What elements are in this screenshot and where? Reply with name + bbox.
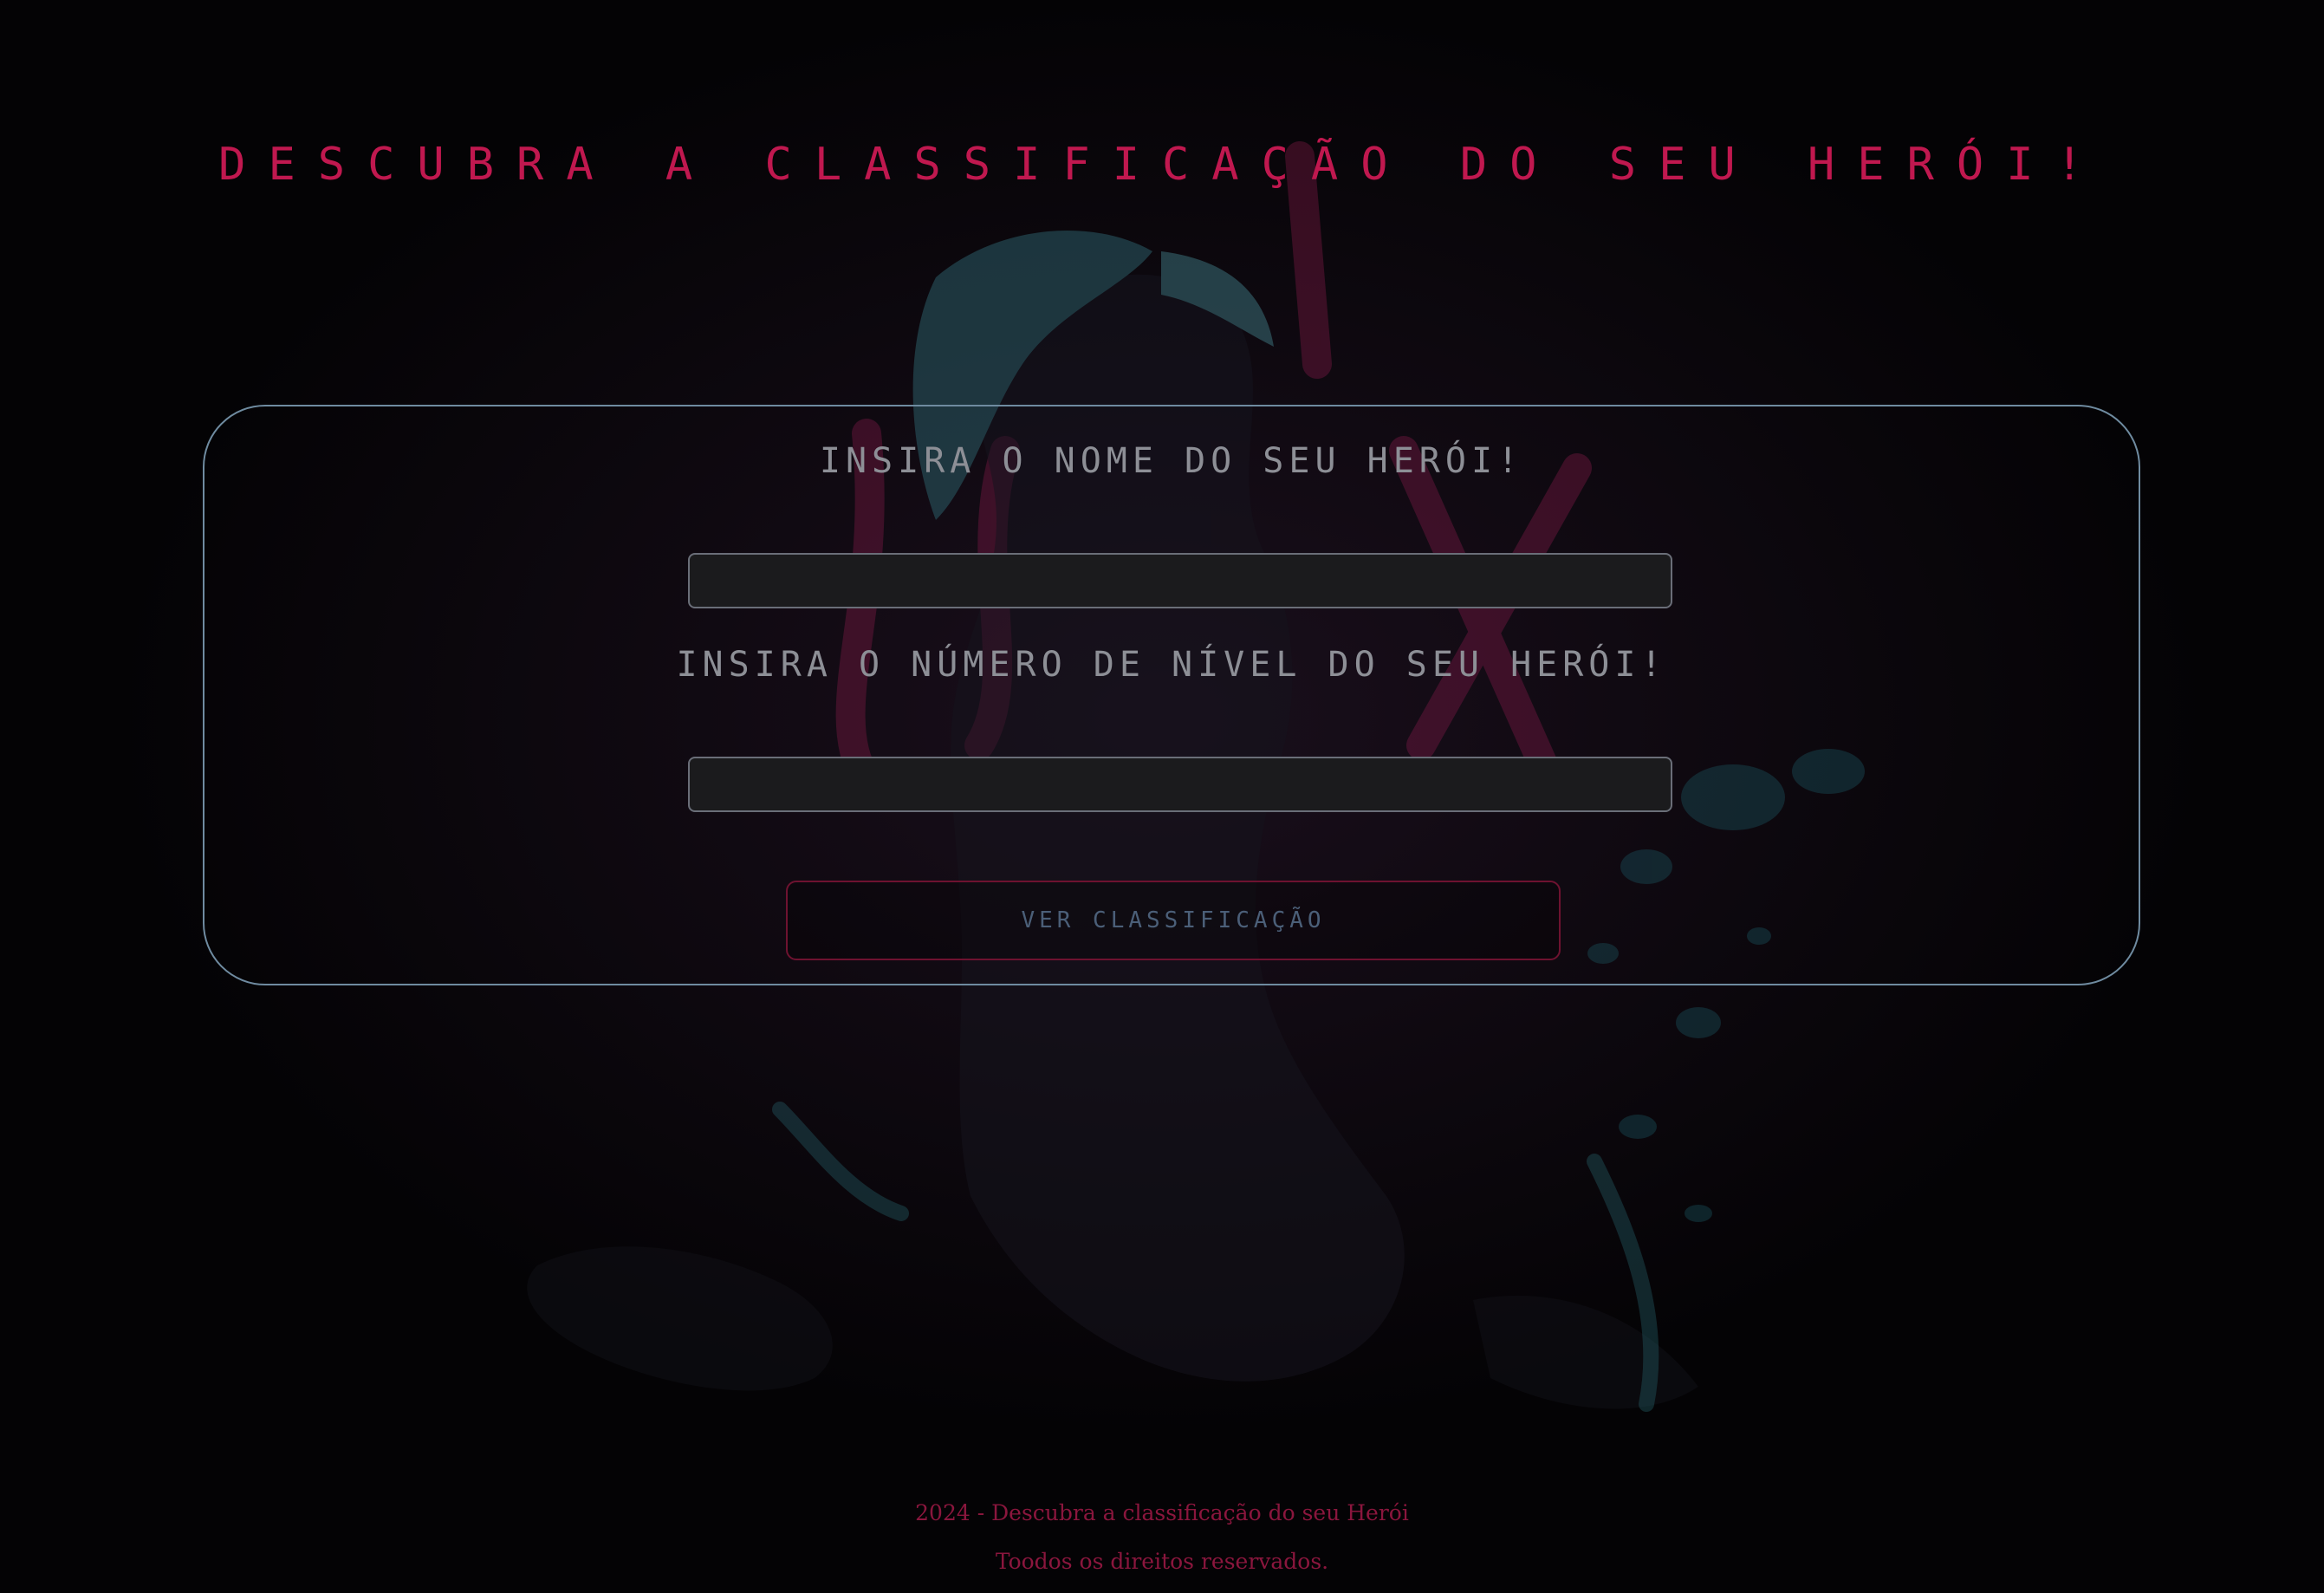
footer-rights: Toodos os direitos reservados. xyxy=(995,1549,1329,1574)
hero-name-input[interactable] xyxy=(688,553,1672,608)
hero-form-panel: Insira o nome do seu herói! Insira o núm… xyxy=(203,405,2140,985)
view-classification-button[interactable]: Ver classificação xyxy=(786,881,1561,960)
hero-level-label: Insira o número de nível do seu herói! xyxy=(676,645,1667,685)
page-title: Descubra a classificação do seu Herói! xyxy=(218,139,2106,191)
footer-copyright: 2024 - Descubra a classificação do seu H… xyxy=(915,1500,1409,1525)
footer: 2024 - Descubra a classificação do seu H… xyxy=(0,1489,2324,1586)
hero-level-input[interactable] xyxy=(688,757,1672,812)
hero-name-label: Insira o nome do seu herói! xyxy=(819,441,1524,481)
